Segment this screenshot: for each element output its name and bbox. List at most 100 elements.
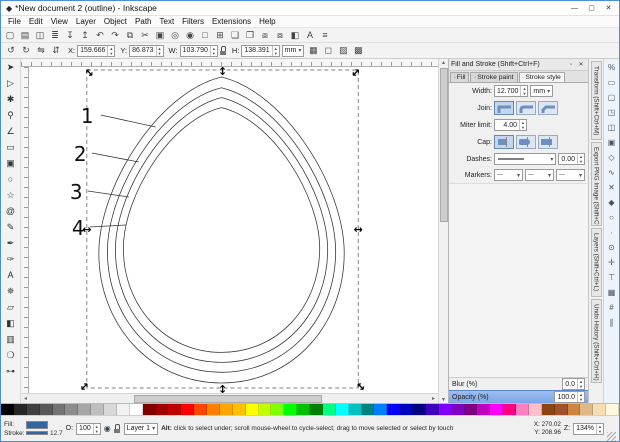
new-document-icon[interactable]: ▢: [3, 29, 17, 42]
tab-fill[interactable]: Fill: [450, 72, 470, 82]
palette-swatch[interactable]: [52, 404, 66, 415]
zoom-selection-icon[interactable]: ◎: [168, 29, 182, 42]
vertical-scroll-thumb[interactable]: [439, 67, 448, 223]
egg-outline-4[interactable]: [122, 107, 321, 353]
zoom-page-icon[interactable]: □: [198, 29, 212, 42]
menu-item[interactable]: Extensions: [208, 17, 255, 26]
affect-pattern-toggle[interactable]: ▩: [351, 44, 365, 57]
scroll-up-icon[interactable]: ▴: [439, 59, 448, 66]
palette-swatch[interactable]: [477, 404, 491, 415]
snap-rotation-center-toggle[interactable]: ✛: [605, 255, 619, 270]
palette-swatch[interactable]: [387, 404, 401, 415]
tool-gradient[interactable]: ▥: [2, 331, 19, 347]
horizontal-scrollbar[interactable]: ◂ ▸: [21, 393, 438, 403]
selection-handle-top[interactable]: ↕: [218, 67, 227, 78]
redo-icon[interactable]: ↷: [108, 29, 122, 42]
palette-swatch[interactable]: [580, 404, 594, 415]
import-icon[interactable]: ↧: [63, 29, 77, 42]
opacity-input[interactable]: 100.0 ▲ ▼: [554, 391, 585, 403]
menu-item[interactable]: Object: [100, 17, 131, 26]
snap-enable-toggle[interactable]: %: [605, 60, 619, 75]
palette-swatch[interactable]: [39, 404, 53, 415]
dialog-dock-button[interactable]: ▫: [566, 62, 576, 68]
tool-spray[interactable]: ✵: [2, 283, 19, 299]
tool-connector[interactable]: ⊶: [2, 363, 19, 379]
print-icon[interactable]: ≣: [48, 29, 62, 42]
horizontal-ruler[interactable]: [21, 59, 438, 67]
palette-swatch[interactable]: [284, 404, 298, 415]
dock-tab-transform[interactable]: Transform (Shift+Ctrl+M): [590, 61, 602, 141]
tool-3dbox[interactable]: ▣: [2, 155, 19, 171]
affect-gradient-toggle[interactable]: ▨: [336, 44, 350, 57]
tool-dropper[interactable]: ❍: [2, 347, 19, 363]
dash-pattern-dropdown[interactable]: ▾: [494, 153, 557, 165]
join-miter-button[interactable]: [494, 101, 514, 115]
stroke-width-input[interactable]: 12.700 ▲ ▼: [494, 85, 529, 97]
open-document-icon[interactable]: ▤: [18, 29, 32, 42]
leader-line-4[interactable]: [89, 224, 126, 228]
palette-swatch[interactable]: [91, 404, 104, 415]
menu-item[interactable]: Path: [131, 17, 155, 26]
join-round-button[interactable]: [516, 101, 536, 115]
snap-grid-toggle[interactable]: #: [605, 300, 619, 315]
paste-icon[interactable]: ▣: [153, 29, 167, 42]
palette-swatch[interactable]: [335, 404, 349, 415]
copy-icon[interactable]: ⧉: [123, 29, 137, 42]
selection-handle-bottom[interactable]: ↕: [218, 383, 227, 393]
dock-tab-export-png[interactable]: Export PNG Image (Shift+Ctrl+E): [590, 142, 602, 227]
palette-swatch[interactable]: [26, 404, 40, 415]
tool-node-editor[interactable]: ▷: [2, 75, 19, 91]
palette-swatch[interactable]: [413, 404, 426, 415]
rotate-90-cw-button[interactable]: ↻: [19, 44, 33, 57]
palette-swatch[interactable]: [451, 404, 465, 415]
group-icon[interactable]: ⧈: [258, 29, 272, 42]
snap-text-baseline-toggle[interactable]: ⊤: [605, 270, 619, 285]
palette-swatch[interactable]: [503, 404, 516, 415]
tab-stroke-style[interactable]: Stroke style: [518, 72, 565, 82]
clone-icon[interactable]: ❏: [228, 29, 242, 42]
rotate-90-ccw-button[interactable]: ↺: [4, 44, 18, 57]
outline-label-2[interactable]: 2: [74, 142, 87, 166]
tool-selector[interactable]: ➤: [2, 59, 19, 75]
tool-ellipse[interactable]: ○: [2, 171, 19, 187]
snap-guide-toggle[interactable]: ∥: [605, 315, 619, 330]
palette-swatch[interactable]: [155, 404, 169, 415]
snap-nodes-toggle[interactable]: ◇: [605, 150, 619, 165]
palette-swatch[interactable]: [400, 404, 413, 415]
palette-swatch[interactable]: [245, 404, 259, 415]
menu-item[interactable]: Help: [255, 17, 279, 26]
menu-item[interactable]: Edit: [25, 17, 47, 26]
align-dialog-icon[interactable]: ≡: [318, 29, 332, 42]
menu-item[interactable]: View: [47, 17, 72, 26]
dock-tab-layers[interactable]: Layers (Shift+Ctrl+L): [590, 228, 602, 297]
tool-pencil[interactable]: ✎: [2, 219, 19, 235]
palette-swatch[interactable]: [181, 404, 195, 415]
scroll-down-icon[interactable]: ▾: [439, 396, 448, 403]
export-icon[interactable]: ↥: [78, 29, 92, 42]
palette-swatch[interactable]: [271, 404, 285, 415]
menu-item[interactable]: Layer: [72, 17, 100, 26]
tool-bezier-pen[interactable]: ✒: [2, 235, 19, 251]
dock-tab-undo-history[interactable]: Undo History (Shift+Ctrl+H): [590, 298, 602, 383]
fill-stroke-dialog-icon[interactable]: ◧: [288, 29, 302, 42]
palette-swatch[interactable]: [207, 404, 220, 415]
palette-swatch[interactable]: [438, 404, 452, 415]
menu-item[interactable]: Filters: [178, 17, 208, 26]
outline-label-1[interactable]: 1: [81, 104, 94, 128]
tool-bucket-fill[interactable]: ◧: [2, 315, 19, 331]
palette-swatch[interactable]: [13, 404, 27, 415]
tool-rectangle[interactable]: ▭: [2, 139, 19, 155]
snap-cusp-node-toggle[interactable]: ◆: [605, 195, 619, 210]
join-bevel-button[interactable]: [538, 101, 558, 115]
cap-square-button[interactable]: [538, 135, 558, 149]
scroll-right-icon[interactable]: ▸: [429, 395, 438, 402]
selection-handle-bottom-left[interactable]: ↔: [77, 379, 93, 393]
affect-corners-toggle[interactable]: ◻: [321, 44, 335, 57]
selection-handle-top-left[interactable]: ↔: [81, 67, 97, 80]
resize-grip[interactable]: [607, 432, 616, 441]
selection-handle-bottom-right[interactable]: ↔: [353, 379, 369, 393]
layer-visibility-icon[interactable]: ◉: [104, 424, 111, 433]
save-document-icon[interactable]: ◫: [33, 29, 47, 42]
close-button[interactable]: ✕: [600, 2, 617, 15]
palette-swatch[interactable]: [490, 404, 504, 415]
